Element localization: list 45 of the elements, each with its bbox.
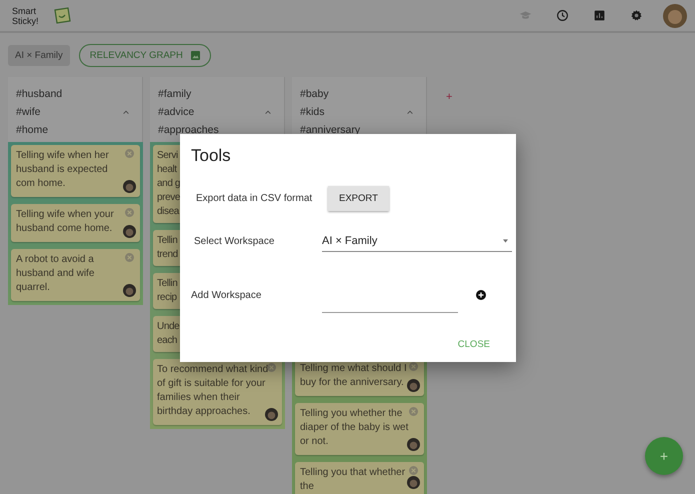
note-text: trend xyxy=(157,248,178,262)
workspace-select[interactable]: AI × Family xyxy=(322,231,512,252)
tag-label[interactable]: #approaches xyxy=(158,124,219,136)
sticky-note-card[interactable]: Telling wife when her husband is expected com home. xyxy=(11,145,140,197)
note-text: disea xyxy=(157,205,179,219)
dialog-title: Tools xyxy=(191,146,231,166)
note-text: To recommend what kind of gift is suitable for your families when their birthday approaches. xyxy=(157,363,270,419)
add-workspace-label: Add Workspace xyxy=(191,290,262,301)
sticky-note-card[interactable]: Telling you whether the diaper of the baby is wet or not. xyxy=(295,403,424,455)
note-text: healt xyxy=(157,163,177,177)
tag-label[interactable]: #anniversary xyxy=(300,124,360,136)
note-text: each xyxy=(157,334,178,348)
note-text: Telling me what should I buy for the anniversary. xyxy=(300,362,408,390)
note-text: Telling wife when her husband is expected com home. xyxy=(16,149,110,191)
close-button[interactable]: CLOSE xyxy=(454,335,494,354)
sticky-note-card[interactable]: To recommend what kind of gift is suitable for your families when their birthday approaches. xyxy=(153,359,282,425)
sticky-note-card[interactable]: A robot to avoid a husband and wife quarrel. xyxy=(11,249,140,301)
note-text: Telling you whether the diaper of the baby is wet or not. xyxy=(300,407,410,449)
export-label: Export data in CSV format xyxy=(196,193,314,204)
note-text: A robot to avoid a husband and wife quarrel. xyxy=(16,253,96,295)
note-text: recip xyxy=(157,291,177,305)
tag-label[interactable]: #advice xyxy=(158,106,194,118)
note-text: Telling you that whether the xyxy=(300,466,406,494)
sticky-note-card[interactable]: Telling you that whether the xyxy=(295,462,424,494)
tag-label[interactable]: #wife xyxy=(16,106,41,118)
note-text: Servi xyxy=(157,149,178,163)
note-text: Tellin xyxy=(157,277,178,291)
tag-label[interactable]: #husband xyxy=(16,88,62,100)
add-column-button[interactable]: + xyxy=(446,91,452,103)
tag-label[interactable]: #kids xyxy=(300,106,325,118)
select-label: Select Workspace xyxy=(194,236,276,247)
add-note-button[interactable]: + xyxy=(645,437,683,475)
note-text: and g xyxy=(157,177,180,191)
note-text: preve xyxy=(157,191,180,205)
relevancy-graph-button[interactable]: RELEVANCY GRAPH xyxy=(78,44,211,66)
tag-label[interactable]: #home xyxy=(16,124,48,136)
export-button[interactable]: EXPORT xyxy=(328,186,389,211)
tag-label[interactable]: #family xyxy=(158,88,192,100)
note-text: Unde xyxy=(157,320,180,334)
workspace-chip[interactable]: AI × Family xyxy=(8,44,70,66)
tag-label[interactable]: #baby xyxy=(300,88,329,100)
note-text: Telling wife when your husband come home. xyxy=(16,208,115,236)
note-text: Tellin xyxy=(157,234,178,248)
sticky-note-card[interactable]: Telling wife when your husband come home. xyxy=(11,204,140,242)
logo-text: Smart Sticky! xyxy=(12,6,40,26)
